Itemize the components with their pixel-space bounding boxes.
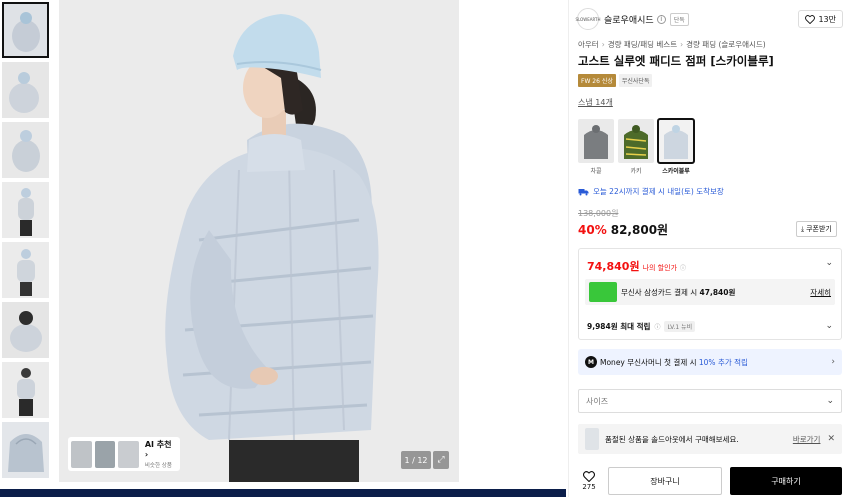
card-detail-link[interactable]: 자세히 <box>810 287 831 298</box>
truck-icon <box>578 188 589 195</box>
my-price-row[interactable]: 74,840원 나의 할인가 ⓘ <box>587 258 686 274</box>
snap-link[interactable]: 스냅 14개 <box>578 97 613 108</box>
breadcrumb-separator-icon: › <box>601 40 605 49</box>
close-icon[interactable]: ✕ <box>827 434 835 444</box>
color-swatch-selected <box>657 118 695 164</box>
exclusive-badge: 무신사단독 <box>618 74 653 87</box>
buy-now-button[interactable]: 구매하기 <box>730 467 842 495</box>
thumbnail-8[interactable] <box>2 422 49 478</box>
card-image <box>589 282 617 302</box>
color-option-khaki[interactable]: 카키 <box>618 119 654 175</box>
sale-price: 82,800원 <box>610 223 669 237</box>
size-select[interactable]: 사이즈 ⌄ <box>578 389 842 413</box>
product-title: 고스트 실루엣 패디드 점퍼 [스카이블루] <box>578 54 774 68</box>
size-select-placeholder: 사이즈 <box>586 396 609 406</box>
card-benefit-price: 47,840원 <box>699 287 736 297</box>
brand-logo[interactable]: SLOWEARTH <box>576 8 600 30</box>
my-discount-label: 나의 할인가 <box>642 264 678 272</box>
money-highlight: 10% 추가 적립 <box>698 357 748 367</box>
money-icon: M <box>585 356 597 368</box>
thumbnail-1[interactable] <box>2 2 49 58</box>
soldout-text: 품절된 상품을 솔드아웃에서 구매해보세요. <box>605 434 739 444</box>
card-benefit-row: 무신사 삼성카드 결제 시 47,840원 자세히 <box>585 279 835 305</box>
ai-recommend-thumb <box>94 440 116 468</box>
model-photo <box>59 0 459 482</box>
ai-recommend-subtitle: 비슷한 상품 <box>144 463 172 469</box>
action-row: 275 장바구니 구매하기 <box>578 466 842 496</box>
ai-recommend-thumb <box>118 440 139 468</box>
image-counter: 1 / 12 <box>401 451 431 469</box>
ai-recommend-box[interactable]: AI 추천 › 비슷한 상품 <box>68 437 180 471</box>
add-to-cart-button[interactable]: 장바구니 <box>608 467 722 495</box>
breadcrumb-separator-icon: › <box>680 40 684 49</box>
ai-recommend-text: AI 추천 › 비슷한 상품 <box>145 439 177 469</box>
chevron-down-icon: ⌄ <box>826 396 834 406</box>
download-icon: ⤓ <box>801 224 805 233</box>
wishlist-button[interactable]: 275 <box>578 471 600 491</box>
breadcrumb: 아우터 › 경량 패딩/패딩 베스트 › 경량 패딩 (슬로우애시드) <box>578 39 766 50</box>
thumbnail-5[interactable] <box>2 242 49 298</box>
color-option-charcoal[interactable]: 차콜 <box>578 119 614 175</box>
discount-rate: 40% <box>578 223 607 237</box>
color-label: 스카이블루 <box>662 168 690 175</box>
color-label: 카키 <box>630 168 642 175</box>
brand-exclusive-badge: 단독 <box>669 12 689 26</box>
price-row: 40% 82,800원 <box>578 221 668 238</box>
chevron-right-icon: › <box>831 357 835 367</box>
original-price: 138,000원 <box>578 209 619 218</box>
chevron-down-icon[interactable]: ⌄ <box>825 321 833 331</box>
ai-recommend-thumb <box>71 440 92 468</box>
money-banner[interactable]: M Money 무신사머니 첫 결제 시 10% 추가 적립 › <box>578 349 842 375</box>
ai-recommend-title: AI 추천 › <box>144 440 172 459</box>
soldout-product-image <box>585 428 599 450</box>
breadcrumb-item[interactable]: 경량 패딩/패딩 베스트 <box>608 40 677 49</box>
season-badge: FW 26 신상 <box>578 74 616 87</box>
thumbnail-7[interactable] <box>2 362 49 418</box>
delivery-text: 오늘 22시까지 결제 시 내일(토) 도착보장 <box>593 187 724 196</box>
money-text: Money 무신사머니 첫 결제 시 10% 추가 적립 <box>600 357 748 367</box>
thumbnail-4[interactable] <box>2 182 49 238</box>
coupon-label: 쿠폰받기 <box>806 225 832 233</box>
points-row[interactable]: 9,984원 최대 적립 ⓘ LV.1 뉴비 <box>587 321 696 332</box>
coupon-button[interactable]: ⤓ 쿠폰받기 <box>796 221 837 237</box>
soldout-banner: 품절된 상품을 솔드아웃에서 구매해보세요. 바로가기 ✕ <box>578 424 842 454</box>
product-badges: FW 26 신상 무신사단독 <box>578 74 653 87</box>
color-options: 차콜 카키 스카이블루 <box>578 118 695 175</box>
info-icon[interactable]: ⓘ <box>654 322 660 331</box>
thumbnail-2[interactable] <box>2 62 49 118</box>
thumbnail-3[interactable] <box>2 122 49 178</box>
bottom-banner-bar <box>0 489 566 497</box>
benefit-box: 74,840원 나의 할인가 ⓘ ⌄ 무신사 삼성카드 결제 시 47,840원… <box>578 248 842 340</box>
soldout-link[interactable]: 바로가기 <box>793 434 821 445</box>
brand-like-count: 13만 <box>818 14 836 24</box>
product-info-panel: SLOWEARTH 슬로우애시드 i 단독 13만 아우터 › 경량 패딩/패딩 베… <box>568 0 850 497</box>
info-icon[interactable]: i <box>656 14 666 24</box>
thumbnail-6[interactable] <box>2 302 49 358</box>
delivery-info: 오늘 22시까지 결제 시 내일(토) 도착보장 <box>578 186 724 197</box>
chevron-down-icon[interactable]: ⌄ <box>825 258 833 268</box>
color-swatch <box>618 119 654 163</box>
expand-icon[interactable]: ⤢ <box>433 451 449 469</box>
color-option-skyblue[interactable]: 스카이블루 <box>657 118 695 175</box>
points-text: 9,984원 최대 적립 <box>587 322 651 331</box>
wishlist-count: 275 <box>582 483 596 491</box>
main-product-image[interactable] <box>59 0 459 482</box>
breadcrumb-item[interactable]: 아우터 <box>578 40 599 49</box>
info-icon[interactable]: ⓘ <box>680 263 686 272</box>
brand-name[interactable]: 슬로우애시드 <box>604 13 654 26</box>
heart-icon <box>805 14 816 24</box>
my-discount-price: 74,840원 <box>587 260 640 273</box>
brand-row: SLOWEARTH 슬로우애시드 i 단독 13만 <box>576 8 843 30</box>
color-label: 차콜 <box>590 168 602 175</box>
level-badge: LV.1 뉴비 <box>664 321 696 332</box>
color-swatch <box>578 119 614 163</box>
heart-icon <box>583 471 595 482</box>
brand-like-button[interactable]: 13만 <box>798 10 843 28</box>
thumbnail-strip <box>0 0 52 497</box>
card-benefit-text: 무신사 삼성카드 결제 시 47,840원 <box>621 287 736 297</box>
breadcrumb-item[interactable]: 경량 패딩 (슬로우애시드) <box>686 40 766 49</box>
